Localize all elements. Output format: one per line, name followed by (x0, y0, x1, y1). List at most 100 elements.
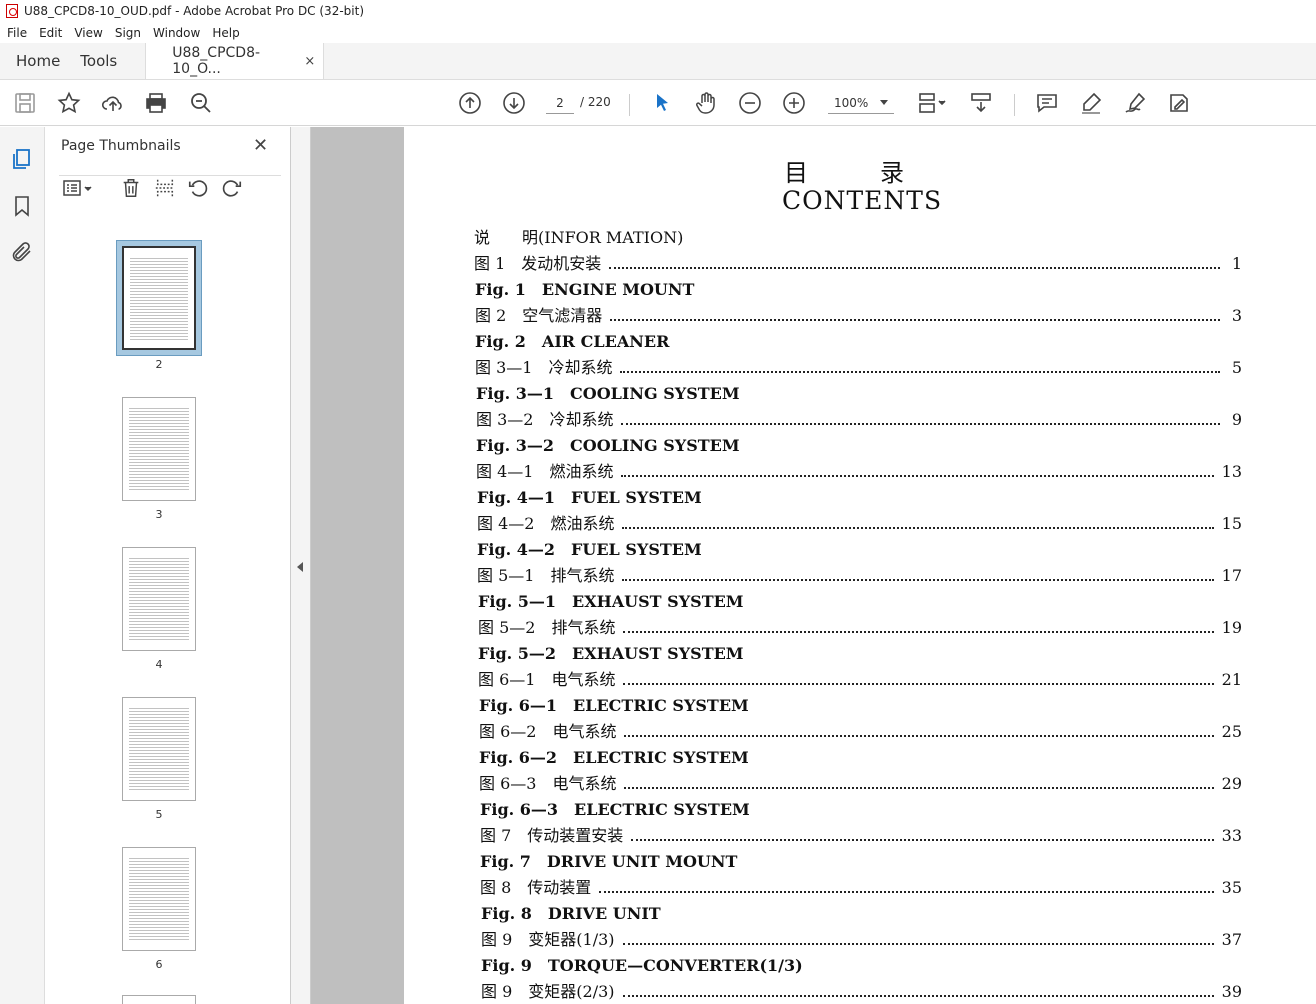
toc-entry-label: 图 4—1 燃油系统 (476, 462, 614, 481)
toc-entry: Fig. 6—1 ELECTRIC SYSTEM (479, 692, 753, 716)
thumbnail-page[interactable] (122, 847, 196, 951)
thumbnail-page[interactable] (122, 547, 196, 651)
tab-close-icon[interactable]: × (304, 54, 315, 69)
toc-page-number: 9 (1231, 410, 1242, 429)
toc-page-number: 5 (1231, 358, 1242, 377)
extract-pages-icon[interactable] (154, 177, 178, 201)
toc-entry: 图 4—1 燃油系统 13 (476, 458, 1242, 482)
toc-leader-dots (631, 839, 1214, 841)
tab-document[interactable]: U88_CPCD8-10_O... × (145, 43, 325, 79)
toc-page-number: 21 (1221, 670, 1242, 689)
toc-entry-label: Fig. 3—2 COOLING SYSTEM (476, 436, 740, 455)
toc-page-number: 15 (1221, 514, 1242, 533)
menu-file[interactable]: File (0, 26, 33, 40)
upload-icon[interactable] (100, 90, 126, 116)
toc-entry: 图 2 空气滤清器 3 (475, 302, 1242, 326)
acrobat-logo-icon (6, 4, 18, 18)
toc-entry: 图 6—1 电气系统 21 (478, 666, 1242, 690)
rotate-left-icon[interactable] (187, 177, 211, 201)
page-down-icon[interactable] (501, 90, 527, 116)
menu-edit[interactable]: Edit (33, 26, 68, 40)
main-toolbar: / 220 100% (0, 80, 1316, 126)
toolbar-divider (629, 94, 630, 116)
delete-icon[interactable] (120, 177, 144, 201)
save-icon[interactable] (12, 90, 38, 116)
toc-entry-label: 图 8 传动装置 (480, 878, 592, 897)
thumbnail-options-icon[interactable] (61, 177, 95, 201)
thumbnail-page[interactable] (122, 397, 196, 501)
toc-entry-label: 图 1 发动机安装 (474, 254, 602, 273)
edit-icon[interactable] (1166, 90, 1192, 116)
window-title: U88_CPCD8-10_OUD.pdf - Adobe Acrobat Pro… (24, 4, 364, 18)
toc-entry-label: 图 9 变矩器(1/3) (481, 930, 615, 949)
toc-entry: 图 8 传动装置 35 (480, 874, 1242, 898)
toc-page-number: 37 (1221, 930, 1242, 949)
chevron-down-icon (880, 100, 888, 105)
zoom-value: 100% (834, 95, 869, 110)
sign-icon[interactable] (1122, 90, 1148, 116)
tab-tools[interactable]: Tools (76, 43, 145, 79)
toc-entry-label: Fig. 4—2 FUEL SYSTEM (477, 540, 702, 559)
toc-page-number: 29 (1221, 774, 1242, 793)
page-up-icon[interactable] (457, 90, 483, 116)
comment-icon[interactable] (1034, 90, 1060, 116)
scroll-mode-icon[interactable] (968, 90, 994, 116)
toc-entry: Fig. 4—1 FUEL SYSTEM (477, 484, 706, 508)
zoom-select[interactable]: 100% (828, 92, 894, 114)
pages-icon[interactable] (10, 147, 34, 171)
toc-leader-dots (622, 527, 1214, 529)
zoom-in-icon[interactable] (781, 90, 807, 116)
tab-document-label: U88_CPCD8-10_O... (172, 45, 261, 77)
toc-entry: Fig. 3—2 COOLING SYSTEM (476, 432, 744, 456)
thumbnail-label: 3 (155, 508, 163, 521)
zoom-search-icon[interactable] (188, 90, 214, 116)
thumbnail-panel: Page Thumbnails ✕ 2 3 4 5 6 ▲ ▼ (45, 127, 331, 1004)
toc-page-number: 25 (1221, 722, 1242, 741)
thumbnail-label: 6 (155, 958, 163, 971)
star-icon[interactable] (56, 90, 82, 116)
menu-view[interactable]: View (68, 26, 108, 40)
toc-entry-label: Fig. 6—1 ELECTRIC SYSTEM (479, 696, 749, 715)
toc-entry-label: 图 5—1 排气系统 (477, 566, 615, 585)
toc-leader-dots (621, 423, 1220, 425)
toc-entry-label: 图 7 传动装置安装 (480, 826, 624, 845)
rotate-right-icon[interactable] (221, 177, 245, 201)
attachment-icon[interactable] (10, 240, 34, 264)
toc-entry-label: Fig. 5—2 EXHAUST SYSTEM (478, 644, 744, 663)
tab-home[interactable]: Home (0, 43, 76, 79)
toc-entry: 图 1 发动机安装 1 (474, 250, 1242, 274)
hand-icon[interactable] (693, 90, 719, 116)
title-bar: U88_CPCD8-10_OUD.pdf - Adobe Acrobat Pro… (0, 0, 1316, 22)
print-icon[interactable] (143, 90, 169, 116)
thumbnail-page[interactable] (122, 246, 196, 350)
page-number-input[interactable] (546, 92, 574, 114)
menu-window[interactable]: Window (147, 26, 206, 40)
toc-leader-dots (623, 683, 1214, 685)
toc-entry-label: Fig. 4—1 FUEL SYSTEM (477, 488, 702, 507)
toc-entry: 图 4—2 燃油系统 15 (477, 510, 1242, 534)
toc-leader-dots (622, 995, 1214, 997)
page-layout-icon[interactable] (914, 90, 950, 116)
toc-entry: Fig. 5—1 EXHAUST SYSTEM (478, 588, 748, 612)
toc-entry: 图 9 变矩器(2/3) 39 (481, 978, 1242, 1002)
toc-page-number: 33 (1221, 826, 1242, 845)
toc-entry: 图 7 传动装置安装 33 (480, 822, 1242, 846)
thumbnail-page[interactable] (122, 697, 196, 801)
close-icon[interactable]: ✕ (253, 135, 268, 156)
bookmark-icon[interactable] (10, 194, 34, 218)
toc-leader-dots (623, 631, 1214, 633)
toc-entry-label: 图 3—2 冷却系统 (476, 410, 614, 429)
menu-sign[interactable]: Sign (109, 26, 147, 40)
select-cursor-icon[interactable] (649, 90, 675, 116)
toc-page-number: 35 (1221, 878, 1242, 897)
toc-entry: 图 3—2 冷却系统 9 (476, 406, 1242, 430)
toc-page-number: 19 (1221, 618, 1242, 637)
collapse-panel-icon[interactable] (297, 562, 303, 572)
menu-help[interactable]: Help (206, 26, 245, 40)
zoom-out-icon[interactable] (737, 90, 763, 116)
thumbnail-page[interactable] (122, 995, 196, 1004)
highlight-icon[interactable] (1078, 90, 1104, 116)
doc-title-en: CONTENTS (782, 186, 943, 215)
document-viewport[interactable]: 目录 CONTENTS 说 明(INFOR MATION) 图 1 发动机安装 1 F… (311, 127, 1316, 1004)
thumbnail-label: 4 (155, 658, 163, 671)
